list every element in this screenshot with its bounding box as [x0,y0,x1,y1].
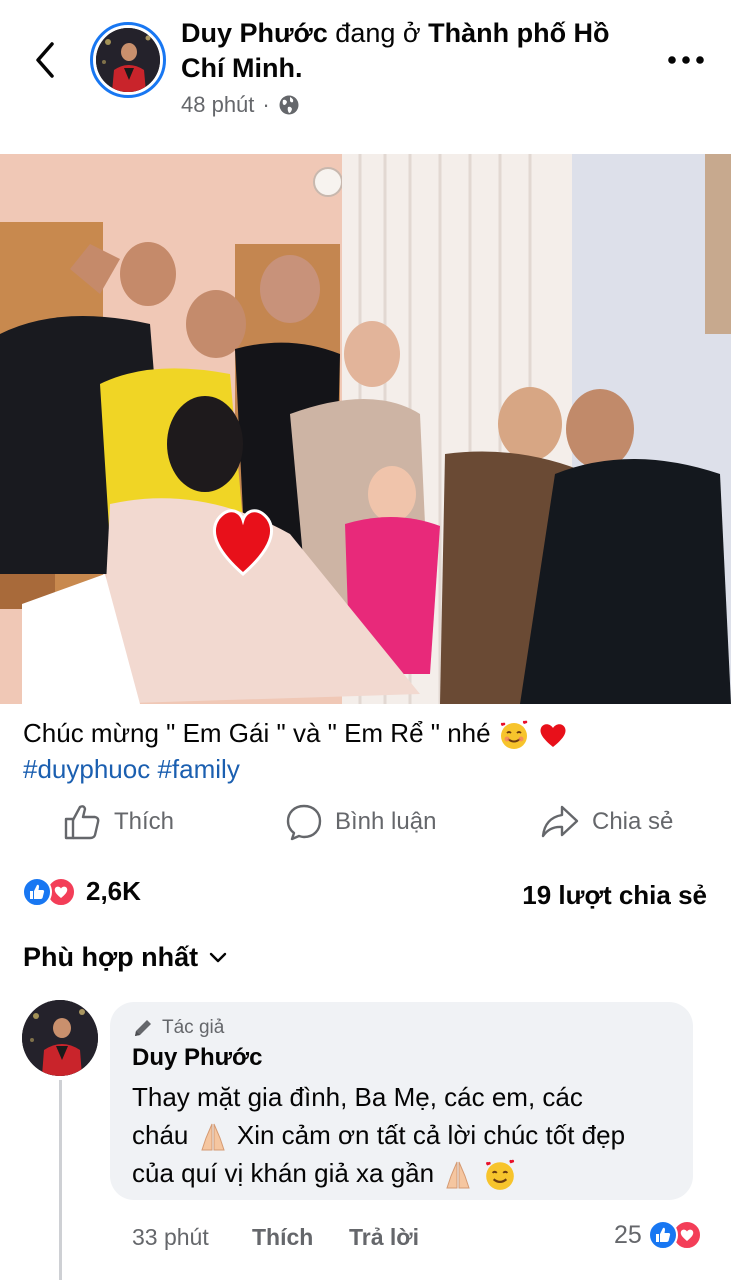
comment-reaction-count: 25 [614,1220,642,1249]
commenter-name[interactable]: Duy Phước [132,1044,262,1072]
comment-line-2a: cháu [132,1120,189,1150]
post-header-title: Duy Phước đang ở Thành phố Hồ Chí Minh. [181,16,641,86]
post-hashtags: #duyphuoc #family [23,752,240,786]
hashtag-duyphuoc[interactable]: #duyphuoc [23,754,150,784]
commenter-avatar[interactable] [22,1000,98,1076]
comment-reply-button[interactable]: Trả lời [349,1224,419,1251]
comment-reaction-summary[interactable]: 25 [614,1220,702,1250]
share-button[interactable]: Chia sẻ [540,800,673,844]
post-meta: 48 phút · [181,92,300,118]
comment-sort-dropdown[interactable]: Phù hợp nhất [23,942,228,973]
reaction-count: 2,6K [86,876,141,906]
post-time[interactable]: 48 phút [181,92,254,118]
post-caption: Chúc mừng " Em Gái " và " Em Rể " nhé [23,716,713,751]
avatar-photo [96,28,160,92]
like-label: Thích [114,808,175,835]
comment-label: Bình luận [335,808,437,835]
comment-like-button[interactable]: Thích [252,1224,313,1251]
comment-line-1: Thay mặt gia đình, Ba Mẹ, các em, các [132,1082,583,1112]
sort-label: Phù hợp nhất [23,942,199,972]
comment-button[interactable]: Bình luận [285,800,436,844]
red-heart-icon [540,724,566,748]
comment-bubble-icon [286,804,322,841]
share-arrow-icon [541,805,579,838]
caption-text: Chúc mừng " Em Gái " và " Em Rể " nhé [23,718,491,748]
comment-line-3-text: của quí vị khán giả xa gần [132,1158,435,1189]
share-count[interactable]: 19 lượt chia sẻ [522,880,707,911]
comment-time[interactable]: 33 phút [132,1224,209,1251]
back-chevron-left-icon[interactable] [28,40,64,80]
more-dots-icon[interactable] [664,48,708,72]
comment-line-2: cháu Xin cảm ơn tất cả lời chúc tốt đẹp [132,1116,682,1154]
reply-thread-line [59,1080,62,1280]
like-button[interactable]: Thích [62,800,174,844]
like-reaction-icon [22,876,52,907]
author-avatar[interactable] [90,22,166,98]
separator-dot: · [262,92,270,117]
globe-icon [279,95,299,115]
smiling-face-with-hearts-icon [500,720,528,750]
family-photo-illustration [0,154,731,704]
hashtag-family[interactable]: #family [157,754,239,784]
chevron-down-icon [209,952,227,962]
folded-hands-icon [446,1162,471,1189]
pencil-icon [135,1020,151,1036]
like-reaction-icon [647,1220,678,1250]
author-badge-label: Tác giả [162,1017,225,1038]
folded-hands-icon [200,1123,225,1151]
checkin-text: đang ở [335,18,421,48]
author-badge: Tác giả [132,1017,224,1039]
thumbs-up-icon [64,805,100,840]
reaction-summary[interactable]: 2,6K [22,876,141,907]
comment-line-2b: Xin cảm ơn tất cả lời chúc tốt đẹp [236,1120,626,1150]
smiling-face-with-hearts-icon [485,1159,514,1191]
share-label: Chia sẻ [592,808,674,835]
comment-line-3: của quí vị khán giả xa gần [132,1154,682,1192]
author-name[interactable]: Duy Phước [181,18,328,48]
commenter-avatar-photo [22,1000,98,1076]
post-photo[interactable] [0,154,731,704]
comment-text: Thay mặt gia đình, Ba Mẹ, các em, các ch… [132,1078,682,1192]
